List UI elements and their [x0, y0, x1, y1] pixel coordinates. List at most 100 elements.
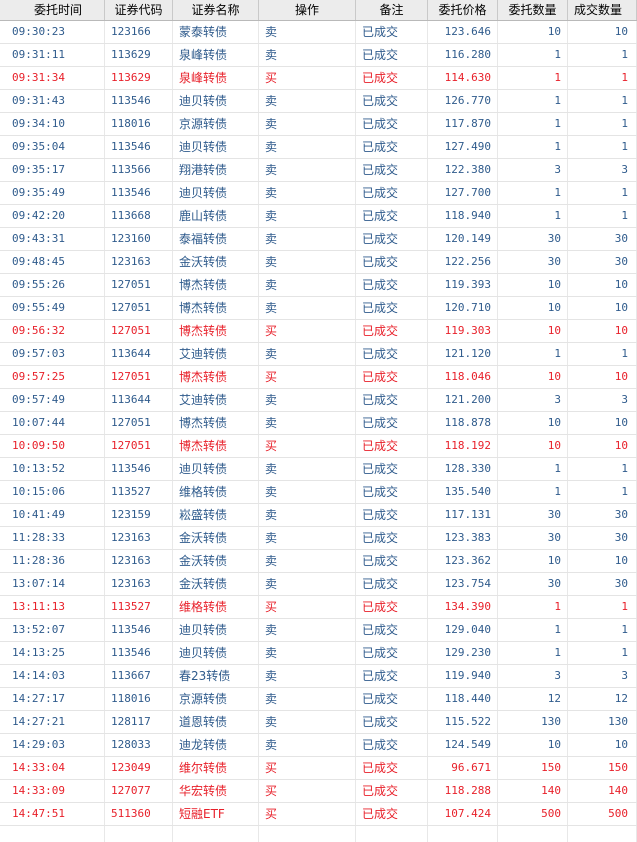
table-row[interactable]: 09:31:43 113546 迪贝转债卖已成交 126.770 1 1 [0, 90, 637, 113]
cell-qty: 1 [498, 205, 568, 227]
cell-time: 10:15:06 [0, 481, 105, 503]
col-header-time[interactable]: 委托时间 [0, 0, 105, 20]
table-row[interactable]: 09:34:10 118016 京源转债卖已成交 117.870 1 1 [0, 113, 637, 136]
table-row[interactable]: 09:35:04 113546 迪贝转债卖已成交 127.490 1 1 [0, 136, 637, 159]
table-row[interactable]: 09:57:03 113644 艾迪转债卖已成交 121.120 1 1 [0, 343, 637, 366]
cell-filled: 500 [568, 803, 637, 825]
cell-name: 泰福转债 [173, 228, 259, 250]
cell-qty: 1 [498, 642, 568, 664]
table-row[interactable]: 09:31:34 113629 泉峰转债买已成交 114.630 1 1 [0, 67, 637, 90]
cell-name: 维格转债 [173, 481, 259, 503]
table-row[interactable]: 09:35:17 113566 翔港转债卖已成交 122.380 3 3 [0, 159, 637, 182]
cell-code: 113546 [105, 136, 173, 158]
cell-time: 10:09:50 [0, 435, 105, 457]
cell-name: 迪贝转债 [173, 458, 259, 480]
table-row[interactable]: 14:27:21 128117 道恩转债卖已成交 115.522 130 130 [0, 711, 637, 734]
cell-price: 120.710 [428, 297, 498, 319]
cell-price: 118.046 [428, 366, 498, 388]
table-row[interactable]: 09:31:11 113629 泉峰转债卖已成交 116.280 1 1 [0, 44, 637, 67]
col-header-price[interactable]: 委托价格 [428, 0, 498, 20]
table-row[interactable]: 14:33:04 123049 维尔转债买已成交 96.671 150 150 [0, 757, 637, 780]
table-row[interactable]: 09:55:49 127051 博杰转债卖已成交 120.710 10 10 [0, 297, 637, 320]
cell-note: 已成交 [356, 251, 428, 273]
table-row[interactable]: 11:28:36 123163 金沃转债卖已成交 123.362 10 10 [0, 550, 637, 573]
cell-note: 已成交 [356, 458, 428, 480]
cell-time: 09:55:26 [0, 274, 105, 296]
cell-price: 119.303 [428, 320, 498, 342]
cell-time: 13:07:14 [0, 573, 105, 595]
cell-price: 118.878 [428, 412, 498, 434]
table-row[interactable]: 09:57:25 127051 博杰转债买已成交 118.046 10 10 [0, 366, 637, 389]
cell-price: 123.646 [428, 21, 498, 43]
table-row[interactable]: 09:42:20 113668 鹿山转债卖已成交 118.940 1 1 [0, 205, 637, 228]
cell-qty: 10 [498, 435, 568, 457]
table-row[interactable]: 09:57:49 113644 艾迪转债卖已成交 121.200 3 3 [0, 389, 637, 412]
cell-time: 09:34:10 [0, 113, 105, 135]
table-row[interactable]: 13:07:14 123163 金沃转债卖已成交 123.754 30 30 [0, 573, 637, 596]
cell-code: 127051 [105, 412, 173, 434]
cell-time: 09:35:04 [0, 136, 105, 158]
cell-name: 道恩转债 [173, 711, 259, 733]
cell-code: 127051 [105, 297, 173, 319]
col-header-note[interactable]: 备注 [356, 0, 428, 20]
cell-name: 金沃转债 [173, 527, 259, 549]
cell-name: 金沃转债 [173, 573, 259, 595]
cell-qty: 1 [498, 90, 568, 112]
table-row[interactable]: 10:41:49 123159 崧盛转债卖已成交 117.131 30 30 [0, 504, 637, 527]
cell-action: 买 [259, 67, 356, 89]
table-row[interactable]: 14:47:51 511360 短融ETF 买已成交 107.424 500 500 [0, 803, 637, 826]
table-row[interactable]: 09:35:49 113546 迪贝转债卖已成交 127.700 1 1 [0, 182, 637, 205]
cell-qty: 10 [498, 21, 568, 43]
cell-filled: 12 [568, 688, 637, 710]
col-header-code[interactable]: 证券代码 [105, 0, 173, 20]
cell-price: 122.380 [428, 159, 498, 181]
empty-cell [259, 826, 356, 842]
cell-note: 已成交 [356, 274, 428, 296]
table-row[interactable]: 13:52:07 113546 迪贝转债卖已成交 129.040 1 1 [0, 619, 637, 642]
empty-row [0, 826, 637, 842]
col-header-name[interactable]: 证券名称 [173, 0, 259, 20]
table-row[interactable]: 14:13:25 113546 迪贝转债卖已成交 129.230 1 1 [0, 642, 637, 665]
cell-action: 卖 [259, 481, 356, 503]
cell-name: 迪贝转债 [173, 182, 259, 204]
cell-qty: 10 [498, 550, 568, 572]
table-row[interactable]: 09:48:45 123163 金沃转债卖已成交 122.256 30 30 [0, 251, 637, 274]
table-row[interactable]: 09:55:26 127051 博杰转债卖已成交 119.393 10 10 [0, 274, 637, 297]
cell-time: 09:35:49 [0, 182, 105, 204]
col-header-action[interactable]: 操作 [259, 0, 356, 20]
table-row[interactable]: 10:13:52 113546 迪贝转债卖已成交 128.330 1 1 [0, 458, 637, 481]
cell-qty: 1 [498, 619, 568, 641]
cell-note: 已成交 [356, 21, 428, 43]
cell-price: 120.149 [428, 228, 498, 250]
cell-name: 维尔转债 [173, 757, 259, 779]
table-row[interactable]: 10:09:50 127051 博杰转债买已成交 118.192 10 10 [0, 435, 637, 458]
table-row[interactable]: 14:29:03 128033 迪龙转债卖已成交 124.549 10 10 [0, 734, 637, 757]
col-header-filled[interactable]: 成交数量 [568, 0, 637, 20]
table-row[interactable]: 14:27:17 118016 京源转债卖已成交 118.440 12 12 [0, 688, 637, 711]
cell-filled: 10 [568, 320, 637, 342]
cell-filled: 1 [568, 136, 637, 158]
cell-code: 113644 [105, 343, 173, 365]
table-row[interactable]: 13:11:13 113527 维格转债买已成交 134.390 1 1 [0, 596, 637, 619]
cell-filled: 1 [568, 182, 637, 204]
cell-note: 已成交 [356, 642, 428, 664]
table-row[interactable]: 11:28:33 123163 金沃转债卖已成交 123.383 30 30 [0, 527, 637, 550]
cell-qty: 12 [498, 688, 568, 710]
cell-action: 卖 [259, 159, 356, 181]
cell-price: 118.440 [428, 688, 498, 710]
cell-action: 卖 [259, 734, 356, 756]
table-row[interactable]: 10:07:44 127051 博杰转债卖已成交 118.878 10 10 [0, 412, 637, 435]
cell-action: 买 [259, 596, 356, 618]
table-row[interactable]: 10:15:06 113527 维格转债卖已成交 135.540 1 1 [0, 481, 637, 504]
cell-name: 华宏转债 [173, 780, 259, 802]
col-header-qty[interactable]: 委托数量 [498, 0, 568, 20]
table-row[interactable]: 14:14:03 113667 春23转债卖已成交 119.940 3 3 [0, 665, 637, 688]
cell-code: 113546 [105, 619, 173, 641]
table-row[interactable]: 09:56:32 127051 博杰转债买已成交 119.303 10 10 [0, 320, 637, 343]
cell-filled: 10 [568, 366, 637, 388]
table-row[interactable]: 09:43:31 123160 泰福转债卖已成交 120.149 30 30 [0, 228, 637, 251]
cell-price: 116.280 [428, 44, 498, 66]
cell-name: 博杰转债 [173, 435, 259, 457]
table-row[interactable]: 09:30:23 123166 蒙泰转债卖已成交 123.646 10 10 [0, 21, 637, 44]
cell-action: 卖 [259, 44, 356, 66]
